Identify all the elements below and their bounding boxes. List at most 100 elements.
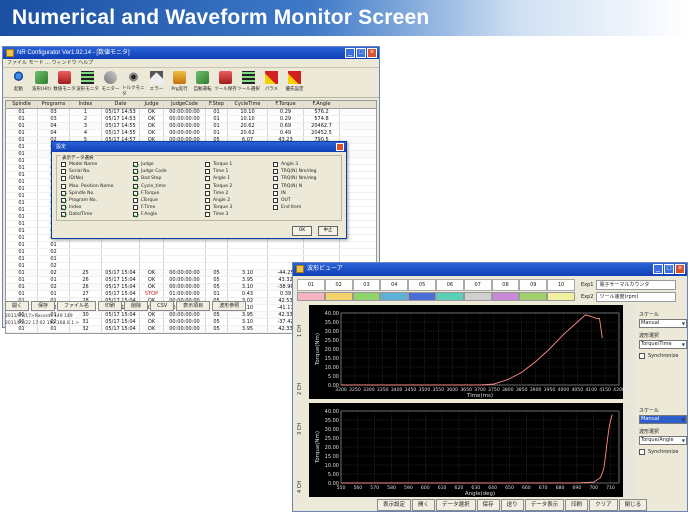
checkbox-item[interactable]: Judge: [133, 161, 167, 168]
checkbox[interactable]: [61, 198, 66, 204]
maximize-button[interactable]: □: [356, 48, 366, 58]
checkbox-item[interactable]: Time 1: [205, 168, 232, 175]
synchronize-checkbox[interactable]: [639, 449, 645, 455]
channel-tab[interactable]: 02: [324, 279, 353, 291]
checkbox-item[interactable]: ID(No): [61, 175, 113, 182]
waveform-button[interactable]: 保存: [476, 499, 500, 511]
toolbar-button[interactable]: 印刷: [98, 301, 123, 311]
checkbox[interactable]: [133, 190, 138, 196]
channel-color-swatch[interactable]: [519, 292, 548, 301]
checkbox[interactable]: [61, 176, 66, 182]
toolbar-button[interactable]: パラメ: [260, 68, 283, 97]
channel-color-swatch[interactable]: [408, 292, 436, 301]
checkbox[interactable]: [205, 162, 210, 168]
checkbox[interactable]: [205, 190, 210, 196]
toolbar-button[interactable]: CSV: [150, 301, 175, 311]
checkbox[interactable]: [61, 190, 66, 196]
checkbox-item[interactable]: Angle 3: [273, 161, 316, 168]
checkbox[interactable]: [273, 205, 278, 211]
toolbar-button[interactable]: エラー: [145, 68, 168, 97]
numeric-monitor-titlebar[interactable]: NR Configurator Ver1.92.14 - [数値モニタ] _ □…: [3, 47, 379, 59]
wave-select[interactable]: Torque/Angle: [639, 436, 687, 445]
checkbox[interactable]: [133, 162, 138, 168]
checkbox-item[interactable]: Index: [61, 204, 113, 211]
column-header[interactable]: Spindle: [6, 101, 38, 108]
checkbox[interactable]: [273, 169, 278, 175]
table-row[interactable]: 01 03 2 05/17 14:53 OK 00:00:00:00 01 10.10 0.29…: [6, 116, 376, 123]
checkbox[interactable]: [273, 183, 278, 189]
checkbox-item[interactable]: F.Time: [133, 204, 167, 211]
checkbox-item[interactable]: Bad Step: [133, 175, 167, 182]
checkbox[interactable]: [205, 169, 210, 175]
checkbox[interactable]: [273, 190, 278, 196]
synchronize-checkbox[interactable]: [639, 353, 645, 359]
waveform-button[interactable]: データ選択: [436, 499, 476, 511]
channel-tab[interactable]: 06: [435, 279, 464, 291]
scale-select[interactable]: Manual: [639, 319, 687, 328]
checkbox[interactable]: [273, 176, 278, 182]
waveform-button[interactable]: 印刷: [565, 499, 589, 511]
checkbox[interactable]: [61, 205, 66, 211]
toolbar-button[interactable]: ファイル名: [57, 301, 97, 311]
checkbox-item[interactable]: Program No.: [61, 197, 113, 204]
channel-color-swatch[interactable]: [435, 292, 464, 301]
exp2-value[interactable]: ツール速度(rpm): [596, 292, 677, 302]
channel-color-swatch[interactable]: [352, 292, 381, 301]
dialog-title[interactable]: 設定: [52, 142, 346, 152]
channel-color-swatch[interactable]: [380, 292, 409, 301]
checkbox[interactable]: [133, 169, 138, 175]
toolbar-button[interactable]: 波形参照: [212, 301, 247, 311]
checkbox-item[interactable]: F.Angle: [133, 211, 167, 218]
table-row[interactable]: 01 04 3 05/17 14:55 OK 00:00:00:00 01 20.62 0.69…: [6, 123, 376, 130]
toolbar-button[interactable]: 起動: [7, 68, 30, 97]
torque-angle-plot[interactable]: 3 CH 4 CH 40.00 35.00 30.00 25.00 20.00 15.00 10…: [297, 403, 635, 497]
column-header[interactable]: CycleTime: [228, 101, 268, 108]
toolbar-button[interactable]: 優先設定: [283, 68, 306, 97]
waveform-titlebar[interactable]: 波形ビューア _ □ ×: [293, 263, 687, 276]
checkbox-item[interactable]: Torque 1: [205, 161, 232, 168]
channel-color-swatch[interactable]: [297, 292, 325, 301]
checkbox[interactable]: [61, 183, 66, 189]
toolbar-button[interactable]: ツール選択: [237, 68, 260, 97]
checkbox[interactable]: [61, 212, 66, 218]
toolbar-button[interactable]: 自動運転: [191, 68, 214, 97]
column-header[interactable]: Programs: [38, 101, 70, 108]
toolbar-button[interactable]: Prg実行: [168, 68, 191, 97]
checkbox-item[interactable]: Serial No.: [61, 168, 113, 175]
checkbox[interactable]: [133, 183, 138, 189]
checkbox-item[interactable]: F.Torque: [133, 190, 167, 197]
close-button[interactable]: ×: [367, 48, 377, 58]
checkbox-item[interactable]: Torque 3: [205, 204, 232, 211]
channel-color-swatch[interactable]: [491, 292, 520, 301]
checkbox-item[interactable]: Torque 2: [205, 183, 232, 190]
checkbox-item[interactable]: Model Name: [61, 161, 113, 168]
torque-time-plot[interactable]: 1 CH 2 CH 40.00 35.00 30.00 25.00 20.00 15.00 10…: [297, 305, 635, 399]
column-header[interactable]: Date: [102, 101, 140, 108]
checkbox[interactable]: [133, 212, 138, 218]
table-row[interactable]: 0101: [6, 242, 376, 249]
checkbox-item[interactable]: Spindle No.: [61, 190, 113, 197]
checkbox-item[interactable]: Angle 1: [205, 175, 232, 182]
waveform-button[interactable]: 送り: [500, 499, 524, 511]
waveform-button[interactable]: クリア: [589, 499, 618, 511]
checkbox-item[interactable]: Max. Position Name: [61, 183, 113, 190]
toolbar-button[interactable]: トルクモニタ: [122, 68, 145, 97]
channel-tab[interactable]: 03: [352, 279, 381, 291]
channel-color-swatch[interactable]: [324, 292, 353, 301]
wave-select[interactable]: Torque/Time: [639, 340, 687, 349]
toolbar-button[interactable]: ツール保存: [214, 68, 237, 97]
toolbar-button[interactable]: モニター: [99, 68, 122, 97]
checkbox[interactable]: [273, 162, 278, 168]
minimize-button[interactable]: _: [345, 48, 355, 58]
toolbar-button[interactable]: 波形モニタ: [76, 68, 99, 97]
scale-select[interactable]: Manual: [639, 415, 687, 424]
checkbox-item[interactable]: LTorque: [133, 197, 167, 204]
checkbox[interactable]: [205, 212, 210, 218]
ok-button[interactable]: OK: [292, 226, 312, 236]
waveform-button[interactable]: 開く: [412, 499, 436, 511]
exp1-value[interactable]: 電子サーマルカウンタ: [596, 280, 677, 290]
toolbar-button[interactable]: 表示項目: [176, 301, 211, 311]
checkbox[interactable]: [205, 198, 210, 204]
waveform-button[interactable]: データ表示: [524, 499, 565, 511]
table-row[interactable]: 01 04 4 05/17 14:55 OK 00:00:00:00 01 20.62 0.49…: [6, 130, 376, 137]
